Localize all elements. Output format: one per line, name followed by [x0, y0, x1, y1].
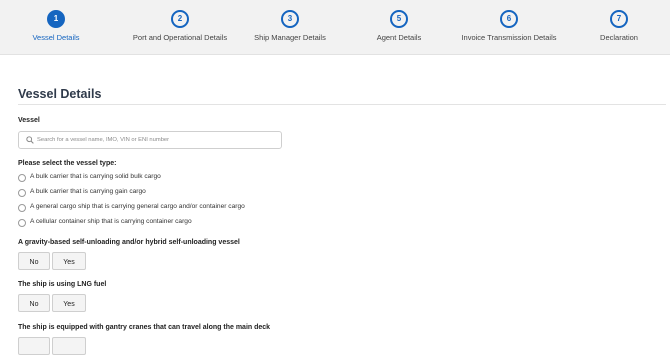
step-number: 7 [610, 10, 628, 28]
vessel-search-box[interactable] [18, 131, 282, 149]
gantry-cranes-no-button[interactable] [18, 337, 50, 355]
self-unloading-no-button[interactable]: No [18, 252, 50, 270]
radio-circle[interactable] [18, 219, 26, 227]
step-label: Agent Details [376, 33, 422, 42]
vessel-search-input[interactable] [37, 133, 275, 147]
section-title: Vessel Details [18, 87, 102, 101]
step-number: 1 [47, 10, 65, 28]
step-agent-details[interactable]: 5 Agent Details [339, 0, 459, 54]
step-declaration[interactable]: 7 Declaration [559, 0, 670, 54]
step-invoice-transmission-details[interactable]: 6 Invoice Transmission Details [449, 0, 569, 54]
radio-label: A bulk carrier that is carrying gain car… [30, 188, 146, 195]
search-icon [26, 136, 34, 144]
radio-label: A general cargo ship that is carrying ge… [30, 203, 245, 210]
step-number: 3 [281, 10, 299, 28]
step-label: Vessel Details [32, 33, 80, 42]
gantry-cranes-yes-button[interactable] [52, 337, 86, 355]
radio-circle[interactable] [18, 204, 26, 212]
vessel-label: Vessel [18, 117, 40, 124]
lng-fuel-yes-button[interactable]: Yes [52, 294, 86, 312]
radio-circle[interactable] [18, 174, 26, 182]
step-number: 2 [171, 10, 189, 28]
step-port-operational-details[interactable]: 2 Port and Operational Details [120, 0, 240, 54]
section-divider [18, 104, 666, 105]
lng-fuel-question: The ship is using LNG fuel [18, 281, 107, 288]
step-number: 5 [390, 10, 408, 28]
self-unloading-yes-button[interactable]: Yes [52, 252, 86, 270]
step-label: Port and Operational Details [132, 33, 228, 42]
step-label: Declaration [600, 33, 638, 42]
self-unloading-question: A gravity-based self-unloading and/or hy… [18, 239, 240, 246]
progress-stepper: 1 Vessel Details 2 Port and Operational … [0, 0, 670, 55]
radio-label: A bulk carrier that is carrying solid bu… [30, 173, 161, 180]
step-vessel-details[interactable]: 1 Vessel Details [0, 0, 116, 54]
step-ship-manager-details[interactable]: 3 Ship Manager Details [230, 0, 350, 54]
radio-circle[interactable] [18, 189, 26, 197]
step-label: Invoice Transmission Details [461, 33, 557, 42]
lng-fuel-no-button[interactable]: No [18, 294, 50, 312]
vessel-type-prompt: Please select the vessel type: [18, 160, 117, 167]
gantry-cranes-question: The ship is equipped with gantry cranes … [18, 324, 271, 331]
step-number: 6 [500, 10, 518, 28]
step-label: Ship Manager Details [254, 33, 326, 42]
radio-label: A cellular container ship that is carryi… [30, 218, 192, 225]
